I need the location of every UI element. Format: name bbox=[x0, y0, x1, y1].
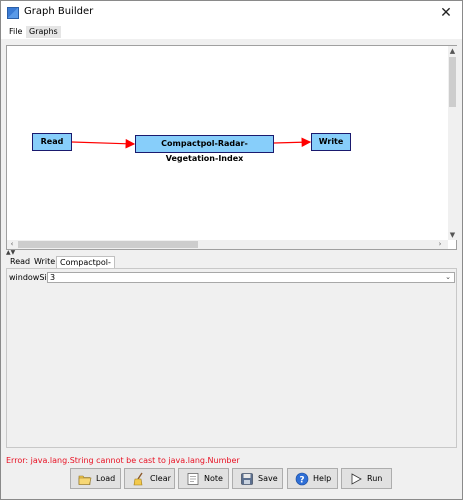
node-write[interactable]: Write bbox=[311, 133, 351, 151]
clear-button-label: Clear bbox=[150, 474, 171, 483]
edge-index-to-write bbox=[273, 137, 312, 148]
vertical-scroll-thumb[interactable] bbox=[449, 57, 456, 107]
parameters-panel: windowSize 3 ⌄ bbox=[6, 268, 457, 448]
scroll-down-icon[interactable]: ▼ bbox=[448, 230, 457, 240]
app-icon bbox=[7, 7, 19, 19]
scroll-up-icon[interactable]: ▲ bbox=[448, 46, 457, 56]
window-size-value: 3 bbox=[50, 273, 56, 282]
run-button[interactable]: Run bbox=[341, 468, 392, 489]
node-compactpol-radar-vegetation-index[interactable]: Compactpol-Radar-Vegetation-Index bbox=[135, 135, 274, 163]
tab-read[interactable]: Read bbox=[7, 256, 33, 268]
window-title: Graph Builder bbox=[24, 6, 94, 17]
error-message: Error: java.lang.String cannot be cast t… bbox=[6, 456, 240, 465]
menu-bar: File Graphs bbox=[1, 25, 462, 39]
folder-load-icon bbox=[78, 475, 92, 485]
svg-text:?: ? bbox=[299, 475, 304, 485]
action-buttons: Load Clear Note Save ? Help Run bbox=[1, 468, 462, 490]
note-button-label: Note bbox=[204, 474, 223, 483]
window-size-select[interactable]: 3 ⌄ bbox=[47, 272, 455, 283]
help-button-label: Help bbox=[313, 474, 332, 483]
node-read[interactable]: Read bbox=[32, 133, 72, 151]
splitter-arrows-icon[interactable]: ▲▼ bbox=[6, 250, 15, 256]
save-button-label: Save bbox=[258, 474, 278, 483]
scroll-right-icon[interactable]: › bbox=[435, 240, 445, 249]
broom-icon bbox=[133, 472, 143, 486]
note-button[interactable]: Note bbox=[178, 468, 229, 489]
horizontal-scroll-thumb[interactable] bbox=[18, 241, 198, 248]
help-button[interactable]: ? Help bbox=[287, 468, 338, 489]
save-disk-icon bbox=[241, 473, 253, 485]
play-icon bbox=[351, 473, 362, 485]
save-button[interactable]: Save bbox=[232, 468, 283, 489]
load-button[interactable]: Load bbox=[70, 468, 121, 489]
run-button-label: Run bbox=[367, 474, 383, 483]
close-icon[interactable]: ✕ bbox=[437, 4, 455, 22]
menu-file[interactable]: File bbox=[6, 26, 25, 38]
horizontal-scrollbar[interactable]: ‹ › bbox=[7, 240, 448, 249]
note-icon bbox=[187, 473, 199, 485]
load-button-label: Load bbox=[96, 474, 116, 483]
help-icon: ? bbox=[295, 472, 309, 486]
edge-read-to-index bbox=[71, 138, 136, 149]
tab-compactpol-radar-vegetation-index[interactable]: Compactpol-Radar-Vegetation-Index bbox=[56, 256, 115, 303]
graph-canvas[interactable]: Read Compactpol-Radar-Vegetation-Index W… bbox=[6, 45, 457, 250]
vertical-scrollbar[interactable]: ▲ ▼ bbox=[448, 46, 457, 240]
graph-builder-window: Graph Builder ✕ File Graphs Read Compact… bbox=[0, 0, 463, 500]
panel-splitter[interactable]: ▲▼ bbox=[6, 250, 457, 256]
scroll-left-icon[interactable]: ‹ bbox=[7, 240, 17, 249]
chevron-down-icon[interactable]: ⌄ bbox=[443, 273, 453, 282]
menu-graphs[interactable]: Graphs bbox=[26, 26, 61, 38]
clear-button[interactable]: Clear bbox=[124, 468, 175, 489]
title-bar: Graph Builder ✕ bbox=[1, 1, 462, 25]
tab-write[interactable]: Write bbox=[31, 256, 58, 268]
